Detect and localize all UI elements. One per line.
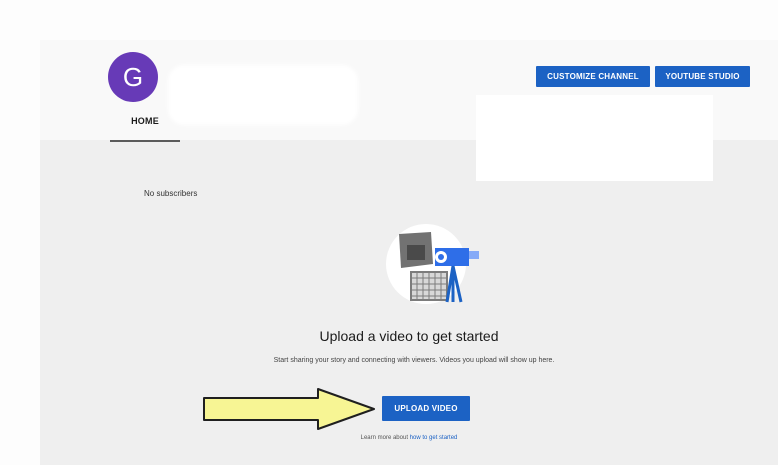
redacted-box [476, 95, 713, 181]
upload-video-button[interactable]: UPLOAD VIDEO [382, 396, 470, 421]
avatar-letter: G [122, 62, 144, 92]
tab-home-label: HOME [131, 116, 159, 126]
subscriber-count: No subscribers [144, 189, 198, 198]
customize-channel-button[interactable]: CUSTOMIZE CHANNEL [536, 66, 650, 87]
learn-more: Learn more about how to get started [40, 435, 778, 441]
page: G HOME CUSTOMIZE CHANNEL YOUTUBE STUDIO … [0, 0, 778, 465]
empty-state-title: Upload a video to get started [319, 328, 499, 344]
channel-card: G HOME CUSTOMIZE CHANNEL YOUTUBE STUDIO … [40, 40, 778, 465]
learn-more-text: Learn more about [360, 435, 408, 441]
camera-person-illustration-icon [386, 224, 479, 304]
channel-avatar[interactable]: G [108, 52, 158, 102]
yellow-arrow-icon [203, 388, 375, 430]
tab-underline [110, 140, 180, 142]
tab-home[interactable]: HOME [110, 112, 180, 142]
empty-state-description: Start sharing your story and connecting … [273, 357, 555, 364]
redacted-channel-name [168, 65, 358, 125]
youtube-studio-button[interactable]: YOUTUBE STUDIO [655, 66, 750, 87]
learn-more-link[interactable]: how to get started [410, 435, 458, 441]
